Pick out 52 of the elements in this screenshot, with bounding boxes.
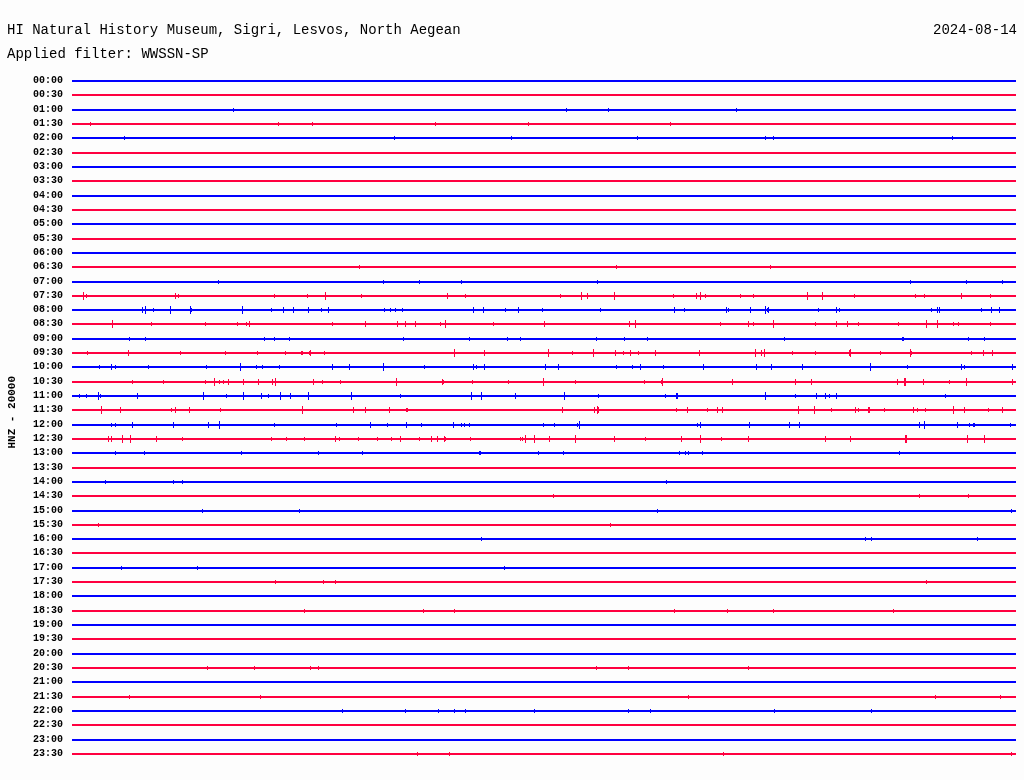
station-title: HI Natural History Museum, Sigri, Lesvos, North Aegean (7, 21, 461, 40)
time-label: 06:00 (32, 246, 63, 259)
channel-label: HNZ - 20000 (4, 375, 19, 449)
time-label: 13:30 (32, 461, 63, 474)
time-label: 18:00 (32, 590, 63, 603)
time-label: 02:30 (32, 146, 63, 159)
time-label: 09:30 (32, 347, 63, 360)
time-label: 07:00 (32, 275, 63, 288)
time-label: 23:00 (32, 733, 63, 746)
time-label: 19:30 (32, 633, 63, 646)
time-label: 18:30 (32, 604, 63, 617)
time-label: 05:00 (32, 218, 63, 231)
time-label: 17:30 (32, 576, 63, 589)
time-label: 15:00 (32, 504, 63, 517)
time-label: 08:30 (32, 318, 63, 331)
time-label: 19:00 (32, 619, 63, 632)
filter-label: Applied filter: WWSSN-SP (7, 45, 209, 64)
time-label: 01:30 (32, 118, 63, 131)
time-label: 21:00 (32, 676, 63, 689)
time-label: 20:00 (32, 647, 63, 660)
time-label: 12:30 (32, 432, 63, 445)
time-label: 04:30 (32, 203, 63, 216)
time-label: 13:00 (32, 447, 63, 460)
time-label: 02:00 (32, 132, 63, 145)
time-label: 16:00 (32, 533, 63, 546)
time-label: 15:30 (32, 518, 63, 531)
time-label: 01:00 (32, 103, 63, 116)
time-label: 16:30 (32, 547, 63, 560)
time-label: 07:30 (32, 289, 63, 302)
time-label: 17:00 (32, 561, 63, 574)
time-label: 20:30 (32, 661, 63, 674)
time-label: 05:30 (32, 232, 63, 245)
time-label: 03:00 (32, 161, 63, 174)
time-label: 00:00 (32, 75, 63, 88)
date-label: 2024-08-14 (933, 21, 1017, 40)
time-label: 10:30 (32, 375, 63, 388)
time-label: 22:30 (32, 719, 63, 732)
time-label: 08:00 (32, 304, 63, 317)
time-label: 11:30 (32, 404, 63, 417)
time-label: 14:00 (32, 475, 63, 488)
time-label: 12:00 (32, 418, 63, 431)
time-label: 04:00 (32, 189, 63, 202)
time-label: 11:00 (32, 390, 63, 403)
time-label: 14:30 (32, 490, 63, 503)
time-label: 21:30 (32, 690, 63, 703)
time-label: 06:30 (32, 261, 63, 274)
time-label: 03:30 (32, 175, 63, 188)
time-label: 22:00 (32, 704, 63, 717)
time-label: 09:00 (32, 332, 63, 345)
time-label: 10:00 (32, 361, 63, 374)
time-label: 23:30 (32, 747, 63, 760)
time-label: 00:30 (32, 89, 63, 102)
